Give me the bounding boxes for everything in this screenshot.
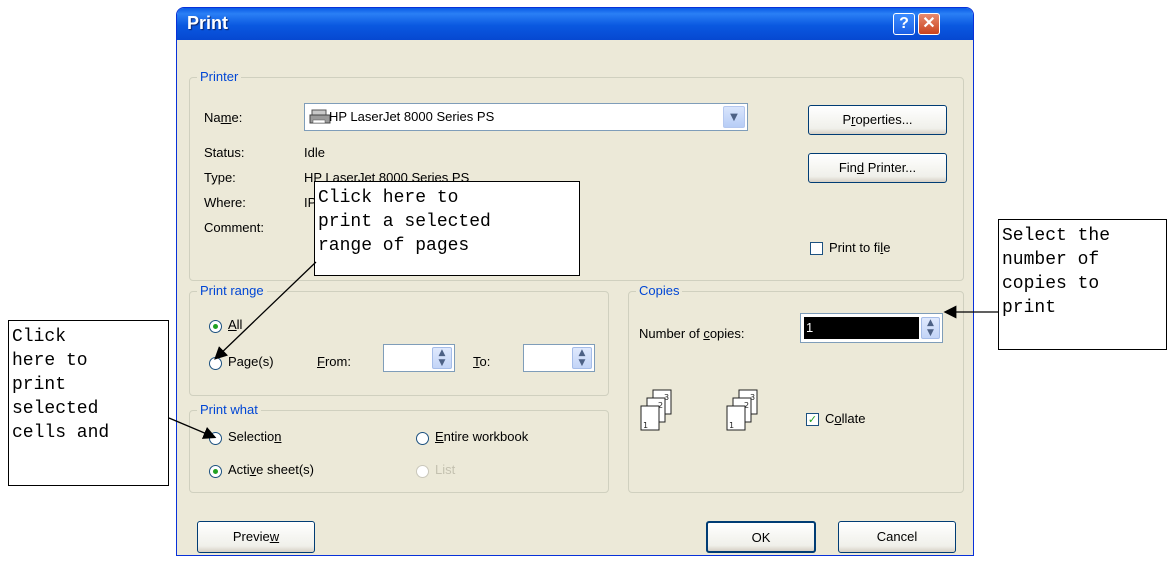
callout-arrows (168, 261, 998, 439)
arrow-to-pages (214, 261, 317, 360)
arrow-to-selection (168, 417, 217, 439)
